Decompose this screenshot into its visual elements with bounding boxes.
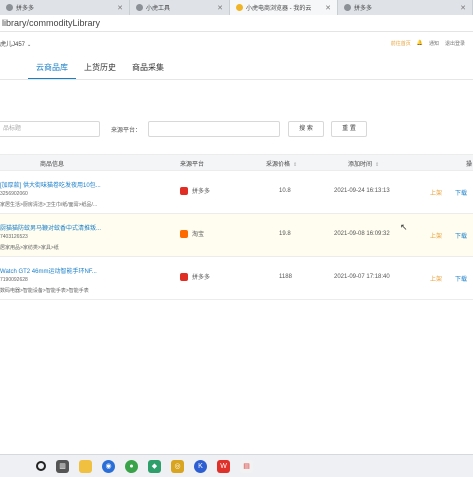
download-action-link[interactable]: 下载 [455,231,467,240]
added-time: 2021-09-24 16:13:13 [334,188,390,194]
source-platform-select[interactable] [148,121,280,137]
sort-icon[interactable]: ⇕ [375,162,379,168]
tiger-icon [236,4,243,11]
logout-link[interactable]: 退出登录 [445,40,465,47]
search-button[interactable]: 搜 索 [288,121,324,137]
tabs-divider [0,79,473,80]
wps-office-icon[interactable]: ▤ [240,459,253,473]
source-platform-label: 来源平台： [111,128,142,134]
product-code: 7403126523 [0,234,28,240]
app-icon[interactable]: ◎ [171,459,184,473]
tab-cloud-library[interactable]: 云商品库 [28,60,76,80]
mouse-cursor-icon: ↖ [400,222,408,232]
browser-tab-active[interactable]: 小虎电商浏览器 - 我的云 ✕ [230,0,338,15]
header-platform: 来源平台 [180,162,205,168]
product-category: 数码电器>智能设备>智能手表>智能手表 [0,288,89,294]
task-view-icon[interactable]: ▥ [56,459,69,473]
kugou-icon[interactable]: K [194,459,207,473]
product-title-link[interactable]: 厨猫猫防蚊男马鞭对蚊香中式清推叛... [0,223,101,232]
product-category: 家居生活>厨房清洁>卫生巾/纸/面膏>纸品/... [0,202,98,208]
browser-tab-label: 小虎电商浏览器 - 我的云 [246,6,312,12]
list-action-link[interactable]: 上架 [430,274,442,283]
browser-icon[interactable]: ◉ [102,459,115,473]
pinduoduo-icon [180,186,188,195]
wps-icon[interactable]: W [217,459,230,473]
home-link[interactable]: 前往首页 [391,40,411,47]
list-action-link[interactable]: 上架 [430,188,442,197]
app-top-bar: 虎儿J457 ⌄ 前往首页 🔔 通知 退出登录 [0,32,473,54]
top-links: 前往首页 🔔 通知 退出登录 [391,40,465,47]
browser-tab-label: 拼多多 [354,6,373,12]
taskbar: ▥ ◉ ● ◆ ◎ K W ▤ [0,454,473,477]
platform-name: 拼多多 [192,275,211,281]
close-icon[interactable]: ✕ [460,4,466,12]
notify-link[interactable]: 通知 [429,40,439,47]
download-action-link[interactable]: 下载 [455,274,467,283]
product-category: 居家用品>家纺类>家具>纸 [0,245,59,251]
tab-collect[interactable]: 商品采集 [124,60,172,80]
header-ops: 操 [466,162,473,168]
url-text[interactable]: library/commodityLibrary [2,18,100,28]
platform-name: 淘宝 [192,232,205,238]
platform-name: 拼多多 [192,189,211,195]
added-time: 2021-09-07 17:18:40 [334,274,390,280]
tab-upload-history[interactable]: 上货历史 [76,60,124,80]
file-explorer-icon[interactable] [79,459,92,473]
added-time: 2021-09-08 16:09:32 [334,231,390,237]
globe-icon [344,4,351,11]
browser-tab[interactable]: 拼多多 ✕ [338,0,473,15]
product-code: 7190092628 [0,277,28,283]
list-action-link[interactable]: 上架 [430,231,442,240]
address-bar[interactable]: library/commodityLibrary [0,15,473,32]
search-input[interactable]: 品标题 [0,121,100,137]
header-price[interactable]: 采源价格 ⇕ [266,159,297,168]
close-icon[interactable]: ✕ [217,4,223,12]
reset-button[interactable]: 重 置 [331,121,367,137]
browser-tab[interactable]: 拼多多 ✕ [0,0,130,15]
header-time[interactable]: 添加时间 ⇕ [348,159,379,168]
table-row: Watch GT2 46mm运动智能手环NF... 7190092628 数码电… [0,257,473,300]
taobao-icon [180,229,188,238]
user-menu[interactable]: 虎儿J457 ⌄ [0,39,31,48]
download-action-link[interactable]: 下载 [455,188,467,197]
browser-tab-label: 小虎工具 [146,6,171,12]
table-header: 商品信息 来源平台 采源价格 ⇕ 添加时间 ⇕ 操 [0,154,473,171]
page-tabs: 云商品库 上货历史 商品采集 [28,60,172,80]
search-icon[interactable] [36,461,46,471]
header-time-label: 添加时间 [348,162,373,168]
price-value: 19.8 [279,231,291,237]
source-platform: 拼多多 [180,272,210,281]
wechat-work-icon[interactable]: ◆ [148,459,161,473]
table-row: [加厚款] 供大街味猫卷吃发夜用10包... 3256902060 家居生活>厨… [0,171,473,214]
source-platform: 淘宝 [180,229,204,238]
price-value: 1188 [279,274,292,280]
source-platform: 拼多多 [180,186,210,195]
product-title-link[interactable]: [加厚款] 供大街味猫卷吃发夜用10包... [0,180,101,189]
sort-icon[interactable]: ⇕ [293,162,297,168]
table-row: 厨猫猫防蚊男马鞭对蚊香中式清推叛... 7403126523 居家用品>家纺类>… [0,214,473,257]
close-icon[interactable]: ✕ [325,4,331,12]
browser-tab[interactable]: 小虎工具 ✕ [130,0,230,15]
header-info: 商品信息 [40,162,65,168]
bell-icon[interactable]: 🔔 [417,40,423,46]
browser-tab-strip: 拼多多 ✕ 小虎工具 ✕ 小虎电商浏览器 - 我的云 ✕ 拼多多 ✕ [0,0,473,15]
product-code: 3256902060 [0,191,28,197]
globe-icon [136,4,143,11]
globe-icon [6,4,13,11]
browser-tab-label: 拼多多 [16,6,35,12]
chevron-down-icon: ⌄ [27,41,32,48]
header-price-label: 采源价格 [266,162,291,168]
pinduoduo-icon [180,272,188,281]
price-value: 10.8 [279,188,291,194]
close-icon[interactable]: ✕ [117,4,123,12]
product-title-link[interactable]: Watch GT2 46mm运动智能手环NF... [0,266,97,275]
username: 虎儿J457 [0,41,26,48]
wechat-icon[interactable]: ● [125,459,138,473]
